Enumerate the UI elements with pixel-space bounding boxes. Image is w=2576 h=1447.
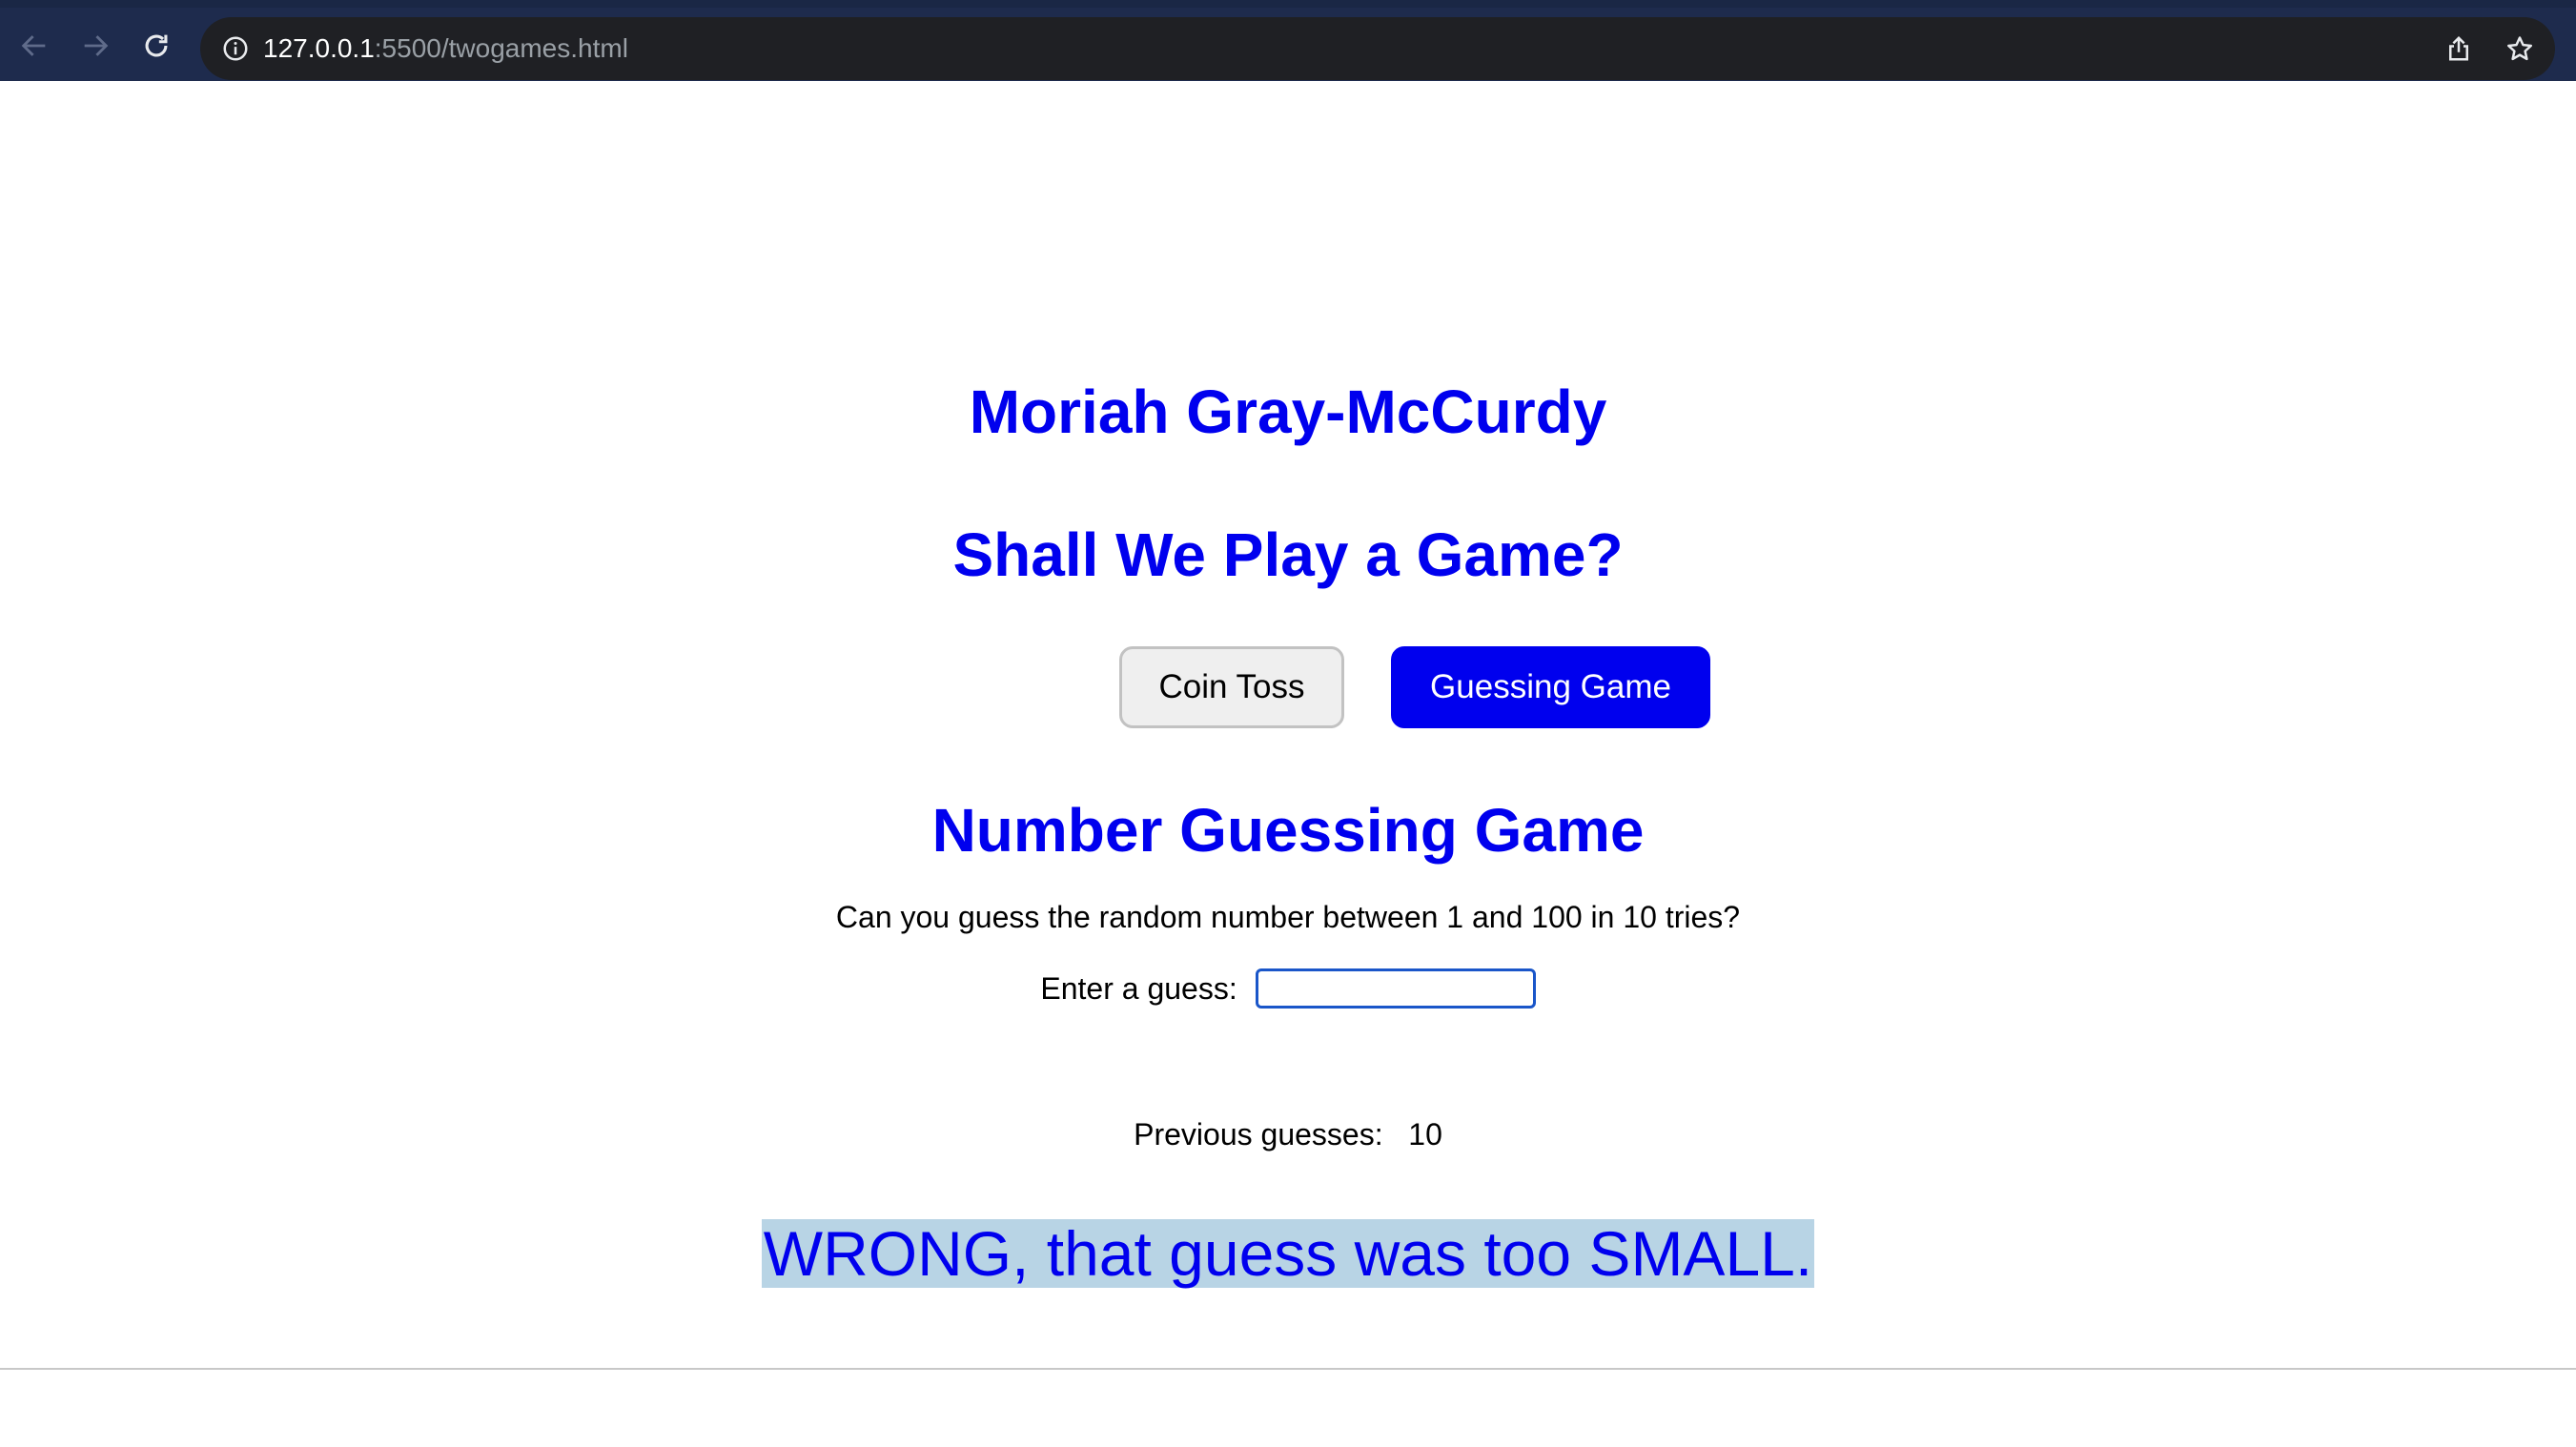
- bookmark-button[interactable]: [2502, 31, 2538, 67]
- coin-toss-button[interactable]: Coin Toss: [1119, 646, 1344, 728]
- url-text[interactable]: 127.0.0.1:5500/twogames.html: [263, 17, 628, 80]
- guess-input[interactable]: [1255, 968, 1536, 1009]
- result-container: WRONG, that guess was too SMALL.: [0, 1219, 2576, 1288]
- info-icon: [223, 36, 248, 61]
- reload-button[interactable]: [135, 25, 177, 67]
- result-message: WRONG, that guess was too SMALL.: [761, 1218, 1815, 1289]
- star-icon: [2507, 36, 2532, 61]
- arrow-right-icon: [84, 35, 109, 56]
- game-title: Number Guessing Game: [931, 796, 1645, 865]
- previous-guesses-label: Previous guesses:: [1134, 1117, 1383, 1151]
- back-button[interactable]: [13, 25, 55, 67]
- guess-input-label: Enter a guess:: [1040, 970, 1237, 1006]
- previous-guesses-row: Previous guesses: 10: [0, 1111, 2576, 1158]
- guessing-game-button[interactable]: Guessing Game: [1391, 646, 1710, 728]
- arrow-left-icon: [21, 35, 46, 56]
- share-icon: [2449, 35, 2468, 61]
- guess-form: Enter a guess:: [0, 962, 2576, 1009]
- share-button[interactable]: [2441, 31, 2477, 67]
- forward-button[interactable]: [74, 25, 116, 67]
- page-heading: Shall We Play a Game?: [952, 520, 1624, 589]
- browser-toolbar: 127.0.0.1:5500/twogames.html: [0, 0, 2576, 81]
- site-info-button[interactable]: [217, 31, 254, 67]
- reload-icon: [145, 34, 168, 57]
- page-content: Moriah Gray-McCurdy Shall We Play a Game…: [0, 81, 2576, 1447]
- divider: [0, 1368, 2576, 1370]
- previous-guesses-values: 10: [1408, 1117, 1442, 1151]
- author-name-heading: Moriah Gray-McCurdy: [969, 377, 1607, 446]
- url-path: :5500/twogames.html: [374, 33, 628, 63]
- address-bar[interactable]: 127.0.0.1:5500/twogames.html: [200, 17, 2555, 80]
- game-instructions: Can you guess the random number between …: [835, 900, 1741, 934]
- url-host: 127.0.0.1: [263, 33, 375, 63]
